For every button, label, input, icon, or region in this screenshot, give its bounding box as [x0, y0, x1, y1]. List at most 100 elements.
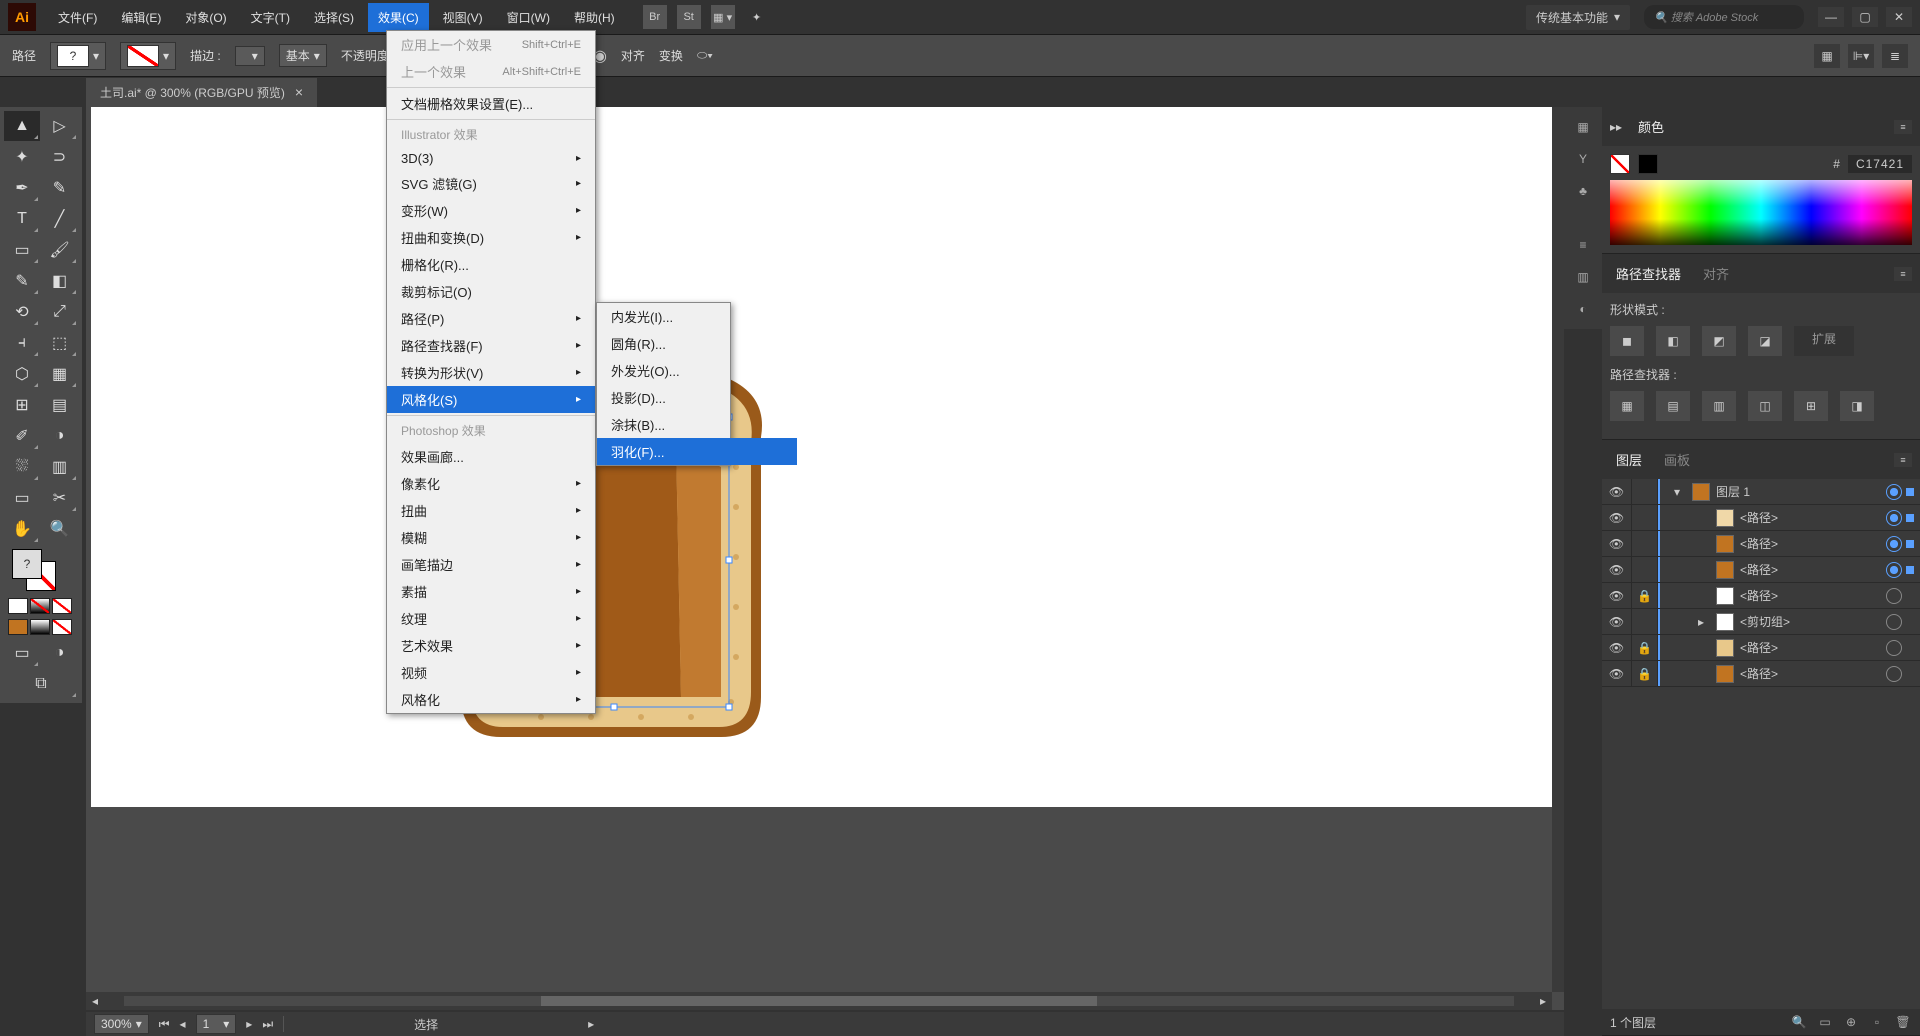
- dropdown-item[interactable]: 风格化: [387, 686, 595, 713]
- brush-def-dropdown[interactable]: 基本 ▾: [279, 44, 327, 67]
- dropdown-item[interactable]: 裁剪标记(O): [387, 278, 595, 305]
- dropdown-item[interactable]: 路径(P): [387, 305, 595, 332]
- minus-front-button[interactable]: ◧: [1656, 326, 1690, 356]
- color-mode-icon[interactable]: [8, 598, 28, 614]
- fill-indicator[interactable]: [1610, 154, 1630, 174]
- lock-toggle[interactable]: 🔒: [1632, 583, 1658, 608]
- lock-toggle[interactable]: [1632, 531, 1658, 556]
- maximize-button[interactable]: ▢: [1852, 7, 1878, 27]
- status-menu-icon[interactable]: ▸: [588, 1017, 594, 1031]
- visibility-toggle[interactable]: 👁: [1602, 531, 1632, 556]
- eraser-tool[interactable]: ◧: [42, 266, 78, 296]
- lock-toggle[interactable]: [1632, 557, 1658, 582]
- change-screen-icon[interactable]: ⧉: [4, 669, 78, 699]
- transparency-panel-icon[interactable]: ◐: [1569, 297, 1597, 321]
- target-icon[interactable]: [1886, 640, 1902, 656]
- dropdown-item[interactable]: 文档栅格效果设置(E)...: [387, 90, 595, 117]
- layers-panel-tab[interactable]: 图层: [1610, 446, 1648, 473]
- zoom-tool[interactable]: 🔍: [42, 514, 78, 544]
- target-icon[interactable]: [1886, 614, 1902, 630]
- submenu-item[interactable]: 圆角(R)...: [597, 330, 797, 357]
- horizontal-scrollbar[interactable]: ◂ ▸: [86, 992, 1552, 1010]
- gradient-tool[interactable]: ▤: [42, 390, 78, 420]
- brushes-panel-icon[interactable]: Y: [1569, 147, 1597, 171]
- dropdown-item[interactable]: 像素化: [387, 470, 595, 497]
- dropdown-item[interactable]: 纹理: [387, 605, 595, 632]
- layer-row[interactable]: 👁<路径>: [1602, 557, 1920, 583]
- arrange-docs-icon[interactable]: ▦ ▾: [711, 5, 735, 29]
- menu-item[interactable]: 效果(C): [368, 3, 429, 32]
- gradient-mode-icon[interactable]: [30, 598, 50, 614]
- locate-object-icon[interactable]: 🔍: [1790, 1013, 1808, 1031]
- nav-next-icon[interactable]: ▸: [246, 1017, 252, 1031]
- nav-prev-icon[interactable]: ◂: [180, 1017, 186, 1031]
- menu-item[interactable]: 编辑(E): [111, 3, 171, 32]
- divide-button[interactable]: ▦: [1610, 391, 1644, 421]
- swatches-panel-icon[interactable]: ▦: [1569, 115, 1597, 139]
- intersect-button[interactable]: ◩: [1702, 326, 1736, 356]
- layer-row[interactable]: 👁🔒<路径>: [1602, 661, 1920, 687]
- crop-button[interactable]: ◫: [1748, 391, 1782, 421]
- menu-item[interactable]: 窗口(W): [497, 3, 560, 32]
- target-icon[interactable]: [1886, 666, 1902, 682]
- merge-button[interactable]: ▥: [1702, 391, 1736, 421]
- expand-toggle-icon[interactable]: ▸: [1698, 615, 1710, 629]
- type-tool[interactable]: T: [4, 204, 40, 234]
- target-icon[interactable]: [1886, 536, 1902, 552]
- pathfinder-panel-tab[interactable]: 路径查找器: [1610, 260, 1687, 287]
- perspective-tool[interactable]: ▦: [42, 359, 78, 389]
- hex-input[interactable]: C17421: [1848, 155, 1912, 173]
- delete-layer-icon[interactable]: 🗑: [1894, 1013, 1912, 1031]
- submenu-item[interactable]: 羽化(F)...: [597, 438, 797, 465]
- nav-last-icon[interactable]: ⏭: [262, 1017, 273, 1032]
- align-label[interactable]: 对齐: [621, 47, 645, 64]
- magic-wand-tool[interactable]: ✦: [4, 142, 40, 172]
- expand-button[interactable]: 扩展: [1794, 326, 1854, 356]
- target-icon[interactable]: [1886, 510, 1902, 526]
- panel-menu-icon[interactable]: ≡: [1894, 120, 1912, 134]
- menu-item[interactable]: 帮助(H): [564, 3, 625, 32]
- submenu-item[interactable]: 外发光(O)...: [597, 357, 797, 384]
- lasso-tool[interactable]: ⊃: [42, 142, 78, 172]
- vertical-scrollbar[interactable]: [1552, 107, 1564, 992]
- visibility-toggle[interactable]: 👁: [1602, 583, 1632, 608]
- dropdown-item[interactable]: 素描: [387, 578, 595, 605]
- draw-behind-icon[interactable]: [30, 619, 50, 635]
- artboards-panel-tab[interactable]: 画板: [1658, 446, 1696, 473]
- shaper-tool[interactable]: ✎: [4, 266, 40, 296]
- document-tab[interactable]: 土司.ai* @ 300% (RGB/GPU 预览) ×: [86, 78, 317, 107]
- menu-item[interactable]: 对象(O): [175, 3, 236, 32]
- search-input[interactable]: 🔍 搜索 Adobe Stock: [1644, 5, 1804, 29]
- dropdown-item[interactable]: 扭曲和变换(D): [387, 224, 595, 251]
- align-panel-icon[interactable]: ⊫▾: [1848, 44, 1874, 68]
- lock-toggle[interactable]: 🔒: [1632, 635, 1658, 660]
- fill-stroke-swatches[interactable]: ?: [4, 545, 78, 595]
- artboard-tool[interactable]: ▭: [4, 483, 40, 513]
- dropdown-item[interactable]: 路径查找器(F): [387, 332, 595, 359]
- symbol-sprayer-tool[interactable]: ⛆: [4, 452, 40, 482]
- pen-tool[interactable]: ✒: [4, 173, 40, 203]
- dropdown-item[interactable]: 画笔描边: [387, 551, 595, 578]
- scale-tool[interactable]: ⤢: [42, 297, 78, 327]
- layer-row[interactable]: 👁<路径>: [1602, 531, 1920, 557]
- direct-selection-tool[interactable]: ▷: [42, 111, 78, 141]
- close-tab-icon[interactable]: ×: [295, 87, 303, 97]
- stroke-swatch-dropdown[interactable]: ▾: [120, 42, 176, 70]
- dropdown-item[interactable]: 艺术效果: [387, 632, 595, 659]
- visibility-toggle[interactable]: 👁: [1602, 505, 1632, 530]
- expand-toggle-icon[interactable]: ▾: [1674, 485, 1686, 499]
- transform-label[interactable]: 变换: [659, 47, 683, 64]
- target-icon[interactable]: [1886, 562, 1902, 578]
- lock-toggle[interactable]: 🔒: [1632, 661, 1658, 686]
- workspace-switcher[interactable]: 传统基本功能 ▾: [1526, 5, 1630, 30]
- nav-first-icon[interactable]: ⏮: [159, 1017, 170, 1032]
- trim-button[interactable]: ▤: [1656, 391, 1690, 421]
- new-sublayer-icon[interactable]: ⊕: [1842, 1013, 1860, 1031]
- artboard-nav-input[interactable]: 1 ▾: [196, 1014, 237, 1034]
- hand-tool[interactable]: ✋: [4, 514, 40, 544]
- visibility-toggle[interactable]: 👁: [1602, 661, 1632, 686]
- panel-menu-icon[interactable]: ≡: [1894, 267, 1912, 281]
- close-button[interactable]: ✕: [1886, 7, 1912, 27]
- symbols-panel-icon[interactable]: ♣: [1569, 179, 1597, 203]
- stroke-panel-icon[interactable]: ≡: [1569, 233, 1597, 257]
